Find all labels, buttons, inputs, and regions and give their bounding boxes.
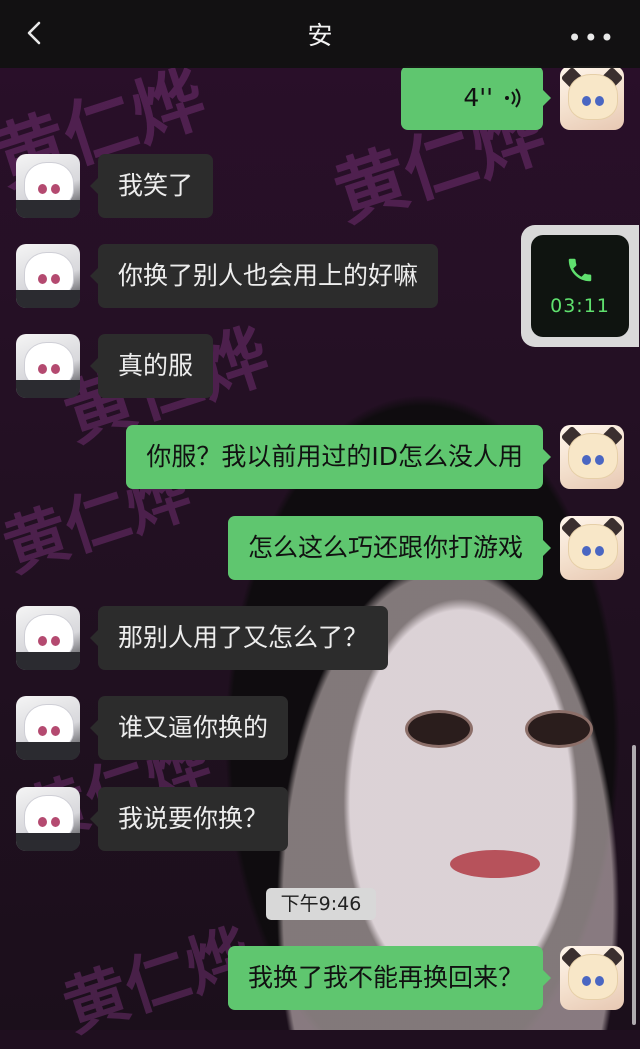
wallpaper-photo-eyes — [405, 710, 625, 770]
sent-message-bubble[interactable]: 我换了我不能再换回来？ — [227, 946, 552, 1010]
received-message-bubble[interactable]: 我说要你换？ — [89, 787, 289, 851]
ongoing-call-widget[interactable]: 03:11 — [521, 225, 639, 347]
contact-avatar[interactable] — [16, 787, 80, 851]
my-avatar[interactable] — [560, 425, 624, 489]
chat-wallpaper — [0, 0, 640, 1030]
my-avatar[interactable] — [560, 946, 624, 1010]
contact-avatar[interactable] — [16, 606, 80, 670]
sent-message-bubble[interactable]: 你服？我以前用过的ID怎么没人用 — [126, 425, 551, 489]
contact-avatar[interactable] — [16, 696, 80, 760]
chat-header: 安 ••• — [0, 0, 640, 68]
call-widget-panel: 03:11 — [531, 235, 629, 337]
contact-avatar[interactable] — [16, 154, 80, 218]
sent-message-bubble[interactable]: 怎么这么巧还跟你打游戏 — [227, 516, 552, 580]
wallpaper-photo-mouth — [450, 850, 540, 878]
received-message-bubble[interactable]: 真的服 — [89, 334, 214, 398]
my-avatar[interactable] — [560, 516, 624, 580]
voice-duration: 4'' — [463, 83, 493, 112]
phone-icon — [568, 258, 592, 282]
received-message-bubble[interactable]: 谁又逼你换的 — [89, 696, 289, 760]
call-duration: 03:11 — [550, 295, 610, 317]
my-avatar[interactable] — [560, 66, 624, 130]
contact-avatar[interactable] — [16, 334, 80, 398]
received-message-bubble[interactable]: 我笑了 — [89, 154, 214, 218]
chat-title: 安 — [307, 21, 333, 50]
received-message-bubble[interactable]: 你换了别人也会用上的好嘛 — [89, 244, 439, 308]
back-arrow-icon[interactable] — [22, 20, 48, 46]
received-message-bubble[interactable]: 那别人用了又怎么了？ — [89, 606, 389, 670]
voice-wave-icon — [505, 88, 521, 108]
timestamp-chip: 下午9:46 — [266, 888, 376, 920]
voice-message-bubble[interactable]: 4'' — [401, 66, 551, 130]
scrollbar[interactable] — [632, 745, 636, 1025]
more-options-icon[interactable]: ••• — [568, 24, 616, 52]
contact-avatar[interactable] — [16, 244, 80, 308]
